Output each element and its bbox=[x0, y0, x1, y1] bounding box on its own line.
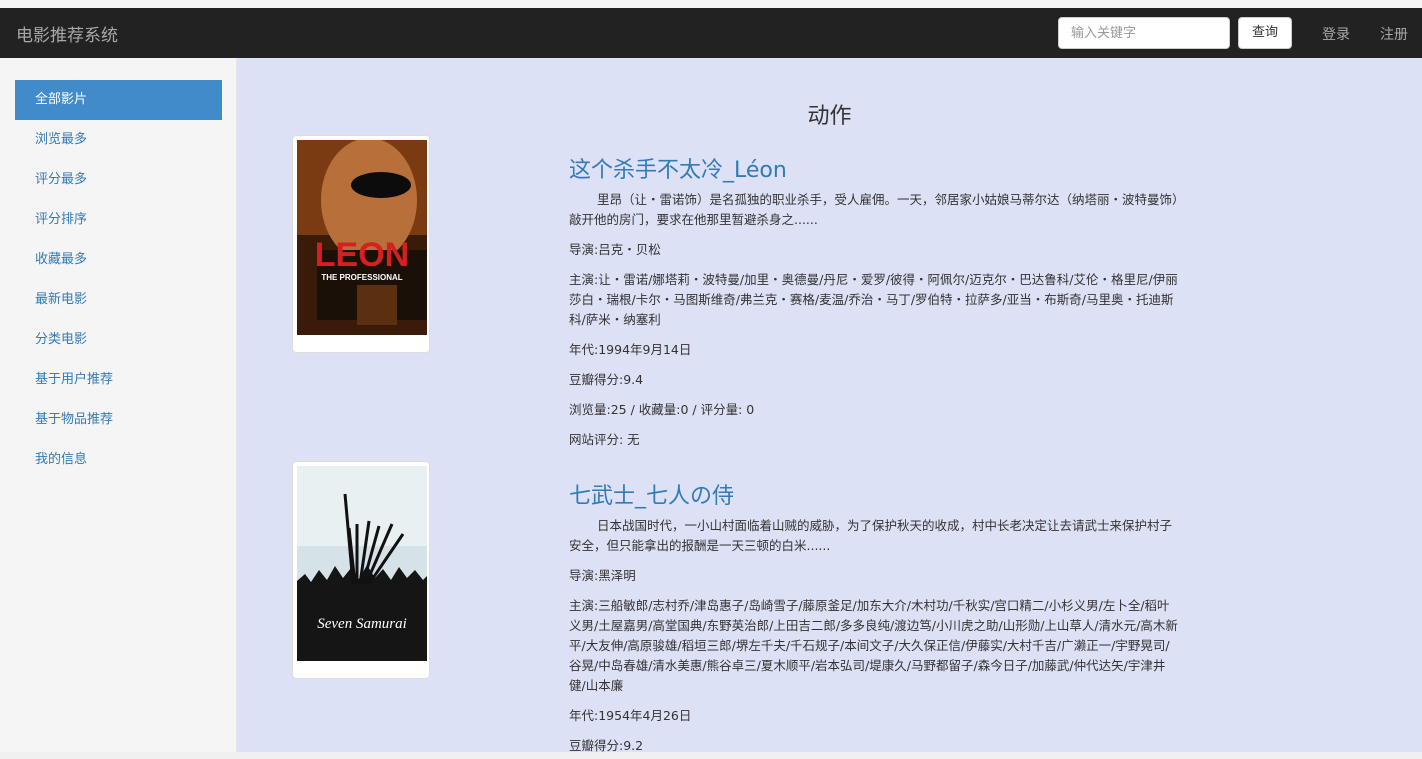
sidebar-item-my-info[interactable]: 我的信息 bbox=[15, 440, 222, 480]
movie-poster-thumbnail[interactable]: LEON THE PROFESSIONAL bbox=[292, 135, 430, 353]
sidebar-item-item-based[interactable]: 基于物品推荐 bbox=[15, 400, 222, 440]
sidebar-item-user-based[interactable]: 基于用户推荐 bbox=[15, 360, 222, 400]
app-brand[interactable]: 电影推荐系统 bbox=[16, 21, 118, 46]
browser-status-bar bbox=[0, 752, 1422, 759]
movie-poster-thumbnail[interactable]: Seven Samurai bbox=[292, 461, 430, 679]
movie-summary: 日本战国时代，一小山村面临着山贼的威胁，为了保护秋天的收成，村中长老决定让去请武… bbox=[569, 518, 1173, 553]
sidebar-item-rating-sort[interactable]: 评分排序 bbox=[15, 200, 222, 240]
poster-subtitle-text: THE PROFESSIONAL bbox=[321, 273, 402, 282]
movie-cast: 主演:让・雷诺/娜塔莉・波特曼/加里・奥德曼/丹尼・爱罗/彼得・阿佩尔/迈克尔・… bbox=[569, 272, 1178, 327]
sidebar-item-latest[interactable]: 最新电影 bbox=[15, 280, 222, 320]
movie-cast: 主演:三船敏郎/志村乔/津岛惠子/岛崎雪子/藤原釜足/加东大介/木村功/千秋实/… bbox=[569, 598, 1178, 693]
register-link[interactable]: 注册 bbox=[1380, 24, 1408, 44]
login-link[interactable]: 登录 bbox=[1322, 24, 1350, 44]
movie-title-link[interactable]: 七武士_七人の侍 bbox=[569, 478, 734, 510]
movie-poster-image: LEON THE PROFESSIONAL bbox=[297, 140, 427, 335]
sidebar-item-all-movies[interactable]: 全部影片 bbox=[15, 80, 222, 120]
sidebar-item-categories[interactable]: 分类电影 bbox=[15, 320, 222, 360]
movie-poster-image: Seven Samurai bbox=[297, 466, 427, 661]
movie-director: 导演:吕克・贝松 bbox=[569, 242, 661, 257]
sidebar: 全部影片 浏览最多 评分最多 评分排序 收藏最多 最新电影 分类电影 基于用户推… bbox=[0, 58, 237, 759]
sidebar-item-most-rated[interactable]: 评分最多 bbox=[15, 160, 222, 200]
movie-site-rating: 网站评分: 无 bbox=[569, 432, 640, 447]
top-navbar: 电影推荐系统 查询 登录 注册 bbox=[0, 8, 1422, 58]
sidebar-item-most-collected[interactable]: 收藏最多 bbox=[15, 240, 222, 280]
main-content: 动作 LEON THE PROFESSIONAL 这个杀手不太冷_Léon 里昂… bbox=[237, 58, 1422, 759]
sidebar-item-most-viewed[interactable]: 浏览最多 bbox=[15, 120, 222, 160]
movie-director: 导演:黑泽明 bbox=[569, 568, 636, 583]
movie-year: 年代:1954年4月26日 bbox=[569, 708, 692, 723]
browser-bookmark-bar bbox=[0, 0, 1422, 8]
movie-summary: 里昂（让・雷诺饰）是名孤独的职业杀手，受人雇佣。一天，邻居家小姑娘马蒂尔达（纳塔… bbox=[569, 192, 1179, 227]
movie-stats: 浏览量:25 / 收藏量:0 / 评分量: 0 bbox=[569, 402, 755, 417]
poster-title-text: LEON bbox=[315, 236, 409, 274]
search-input[interactable] bbox=[1058, 17, 1230, 49]
category-heading: 动作 bbox=[807, 104, 852, 129]
movie-douban-score: 豆瓣得分:9.4 bbox=[569, 372, 644, 387]
movie-year: 年代:1994年9月14日 bbox=[569, 342, 692, 357]
movie-title-link[interactable]: 这个杀手不太冷_Léon bbox=[569, 152, 787, 184]
poster-title-text: Seven Samurai bbox=[317, 616, 407, 632]
search-button[interactable]: 查询 bbox=[1238, 17, 1292, 49]
